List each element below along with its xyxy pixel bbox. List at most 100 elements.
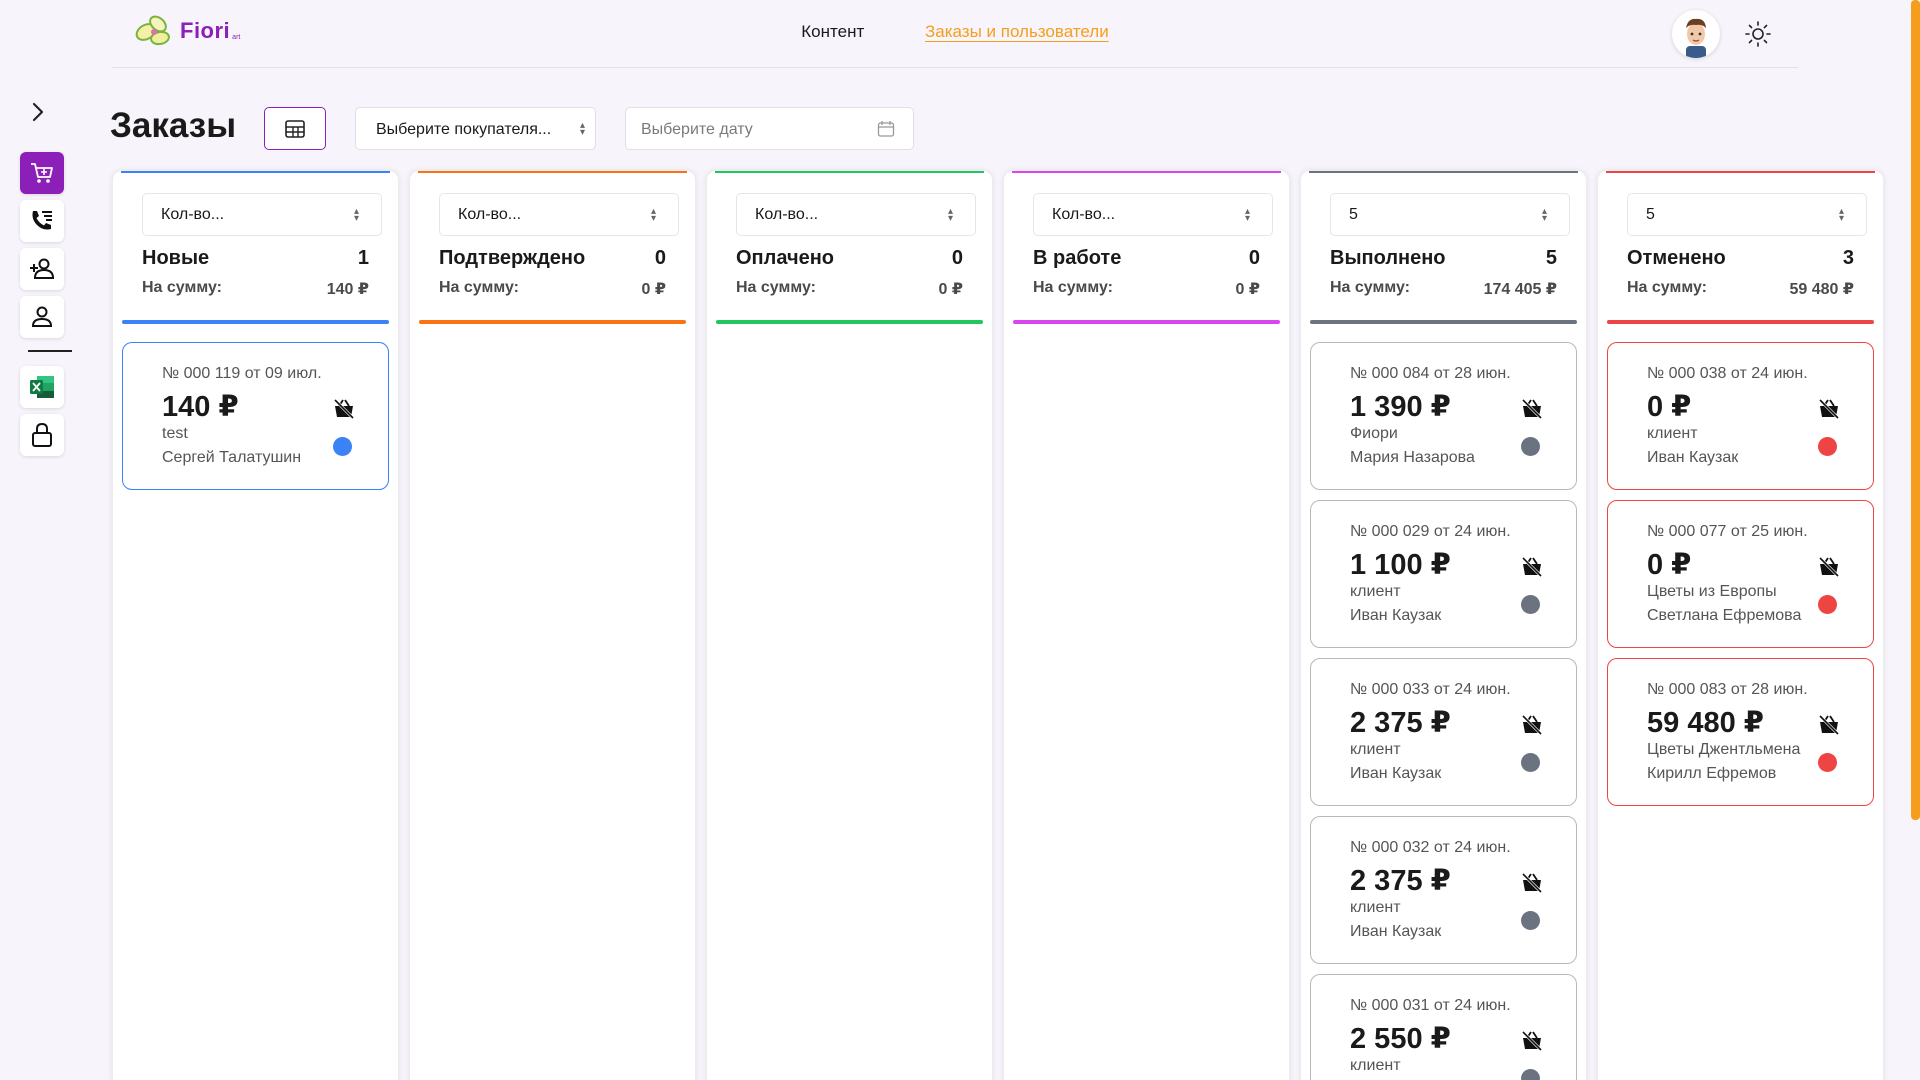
status-column: Кол-во... ▴ ▾ Подтверждено 0 На сумму: 0 ₽ [409,170,696,1080]
order-card[interactable]: № 000 029 от 24 июн. 1 100 ₽ клиент Иван Ка… [1310,500,1577,648]
quantity-select[interactable]: Кол-во... ▴ ▾ [439,193,679,236]
user-icon [31,306,53,327]
page-scrollbar[interactable] [1911,0,1920,820]
quantity-select[interactable]: Кол-во... ▴ ▾ [736,193,976,236]
order-customer-name: Кирилл Ефремов [1647,765,1777,782]
order-card[interactable]: № 000 031 от 24 июн. 2 550 ₽ клиент [1310,974,1577,1080]
column-title: Отменено [1627,247,1726,269]
order-card[interactable]: № 000 077 от 25 июн. 0 ₽ Цветы из Европы Св… [1607,500,1874,648]
sidebar-item-lock[interactable] [20,414,64,456]
quantity-select[interactable]: 5 ▴ ▾ [1627,193,1867,236]
order-price: 1 390 ₽ [1350,391,1451,423]
sidebar-item-orders[interactable] [20,152,64,194]
order-price: 2 375 ₽ [1350,707,1451,739]
order-number: № 000 119 от 09 июл. [162,365,322,382]
no-basket-icon [1520,871,1544,895]
order-customer-name: Иван Каузак [1350,765,1442,782]
order-number: № 000 084 от 28 июн. [1350,365,1511,382]
order-price: 2 550 ₽ [1350,1023,1451,1055]
column-title: В работе [1033,247,1122,269]
sum-label: На сумму: [142,279,222,296]
sum-value: 0 ₽ [1235,281,1260,298]
order-customer-name: Сергей Талатушин [162,449,302,466]
sum-value: 0 ₽ [641,281,666,298]
quantity-select[interactable]: 5 ▴ ▾ [1330,193,1570,236]
order-price: 1 100 ₽ [1350,549,1451,581]
order-customer-type: клиент [1350,899,1401,916]
updown-chevron-icon: ▴ ▾ [1541,206,1547,224]
quantity-select-value: Кол-во... [755,206,819,223]
status-column: Кол-во... ▴ ▾ В работе 0 На сумму: 0 ₽ [1003,170,1290,1080]
updown-chevron-icon: ▴ ▾ [1244,206,1250,224]
avatar[interactable] [1672,10,1720,58]
quantity-select-value: Кол-во... [1052,206,1116,223]
column-title: Подтверждено [439,247,586,269]
order-customer-type: клиент [1647,425,1698,442]
column-top-line [121,171,390,173]
sum-label: На сумму: [439,279,519,296]
sum-value: 174 405 ₽ [1483,281,1557,298]
order-card[interactable]: № 000 033 от 24 июн. 2 375 ₽ клиент Иван Ка… [1310,658,1577,806]
user-avatar-icon [1686,18,1706,58]
no-basket-icon [1817,555,1841,579]
column-status-bar [716,320,983,324]
status-dot [1521,595,1540,614]
date-picker[interactable]: Выберите дату [625,107,914,150]
expand-chevron-icon[interactable] [24,98,52,126]
column-count: 0 [654,247,666,269]
order-card[interactable]: № 000 038 от 24 июн. 0 ₽ клиент Иван Каузак [1607,342,1874,490]
order-customer-type: Фиори [1350,425,1398,442]
order-card[interactable]: № 000 084 от 28 июн. 1 390 ₽ Фиори Мария На… [1310,342,1577,490]
column-title: Выполнено [1330,247,1446,269]
order-customer-name: Светлана Ефремова [1647,607,1802,624]
sidebar-item-calls[interactable] [20,200,64,242]
sidebar-item-add-user[interactable] [20,248,64,290]
nav-orders-users[interactable]: Заказы и пользователи [925,22,1109,42]
buyer-select-value: Выберите покупателя... [376,121,552,138]
order-number: № 000 031 от 24 июн. [1350,997,1511,1014]
order-price: 0 ₽ [1647,391,1692,423]
phone-list-icon [32,211,52,230]
status-dot [1521,753,1540,772]
order-price: 140 ₽ [162,391,239,423]
order-customer-name: Иван Каузак [1350,607,1442,624]
order-card[interactable]: № 000 119 от 09 июл. 140 ₽ test Сергей Тала… [122,342,389,490]
status-dot [1818,595,1837,614]
order-number: № 000 083 от 28 июн. [1647,681,1808,698]
order-number: № 000 033 от 24 июн. [1350,681,1511,698]
column-count: 3 [1842,247,1854,269]
status-dot [333,437,352,456]
column-top-line [715,171,984,173]
quantity-select[interactable]: Кол-во... ▴ ▾ [142,193,382,236]
sidebar-item-excel[interactable] [20,366,64,408]
status-dot [1521,911,1540,930]
buyer-select[interactable]: Выберите покупателя... ▴ ▾ [355,107,596,150]
quantity-select[interactable]: Кол-во... ▴ ▾ [1033,193,1273,236]
theme-sun-icon[interactable] [1744,20,1772,48]
quantity-select-value: 5 [1349,206,1358,223]
sum-label: На сумму: [1330,279,1410,296]
order-card[interactable]: № 000 032 от 24 июн. 2 375 ₽ клиент Иван Ка… [1310,816,1577,964]
order-number: № 000 029 от 24 июн. [1350,523,1511,540]
page-title: Заказы [110,106,237,145]
sidebar-item-user[interactable] [20,296,64,338]
order-customer-name: Мария Назарова [1350,449,1475,466]
order-customer-type: test [162,425,188,442]
updown-chevron-icon: ▴ ▾ [579,120,585,138]
no-basket-icon [1520,397,1544,421]
order-card[interactable]: № 000 083 от 28 июн. 59 480 ₽ Цветы Джентл… [1607,658,1874,806]
no-basket-icon [1817,397,1841,421]
nav-content[interactable]: Контент [801,22,864,42]
status-column: Кол-во... ▴ ▾ Новые 1 На сумму: 140 ₽ № 000 119… [112,170,399,1080]
column-status-bar [419,320,686,324]
no-basket-icon [1520,555,1544,579]
sum-value: 0 ₽ [938,281,963,298]
order-number: № 000 038 от 24 июн. [1647,365,1808,382]
order-number: № 000 077 от 25 июн. [1647,523,1808,540]
add-user-icon [30,258,55,279]
table-view-button[interactable] [264,107,326,150]
order-customer-type: клиент [1350,583,1401,600]
sum-value: 59 480 ₽ [1789,281,1854,298]
main-nav: Контент Заказы и пользователи [112,22,1798,42]
column-count: 0 [1248,247,1260,269]
